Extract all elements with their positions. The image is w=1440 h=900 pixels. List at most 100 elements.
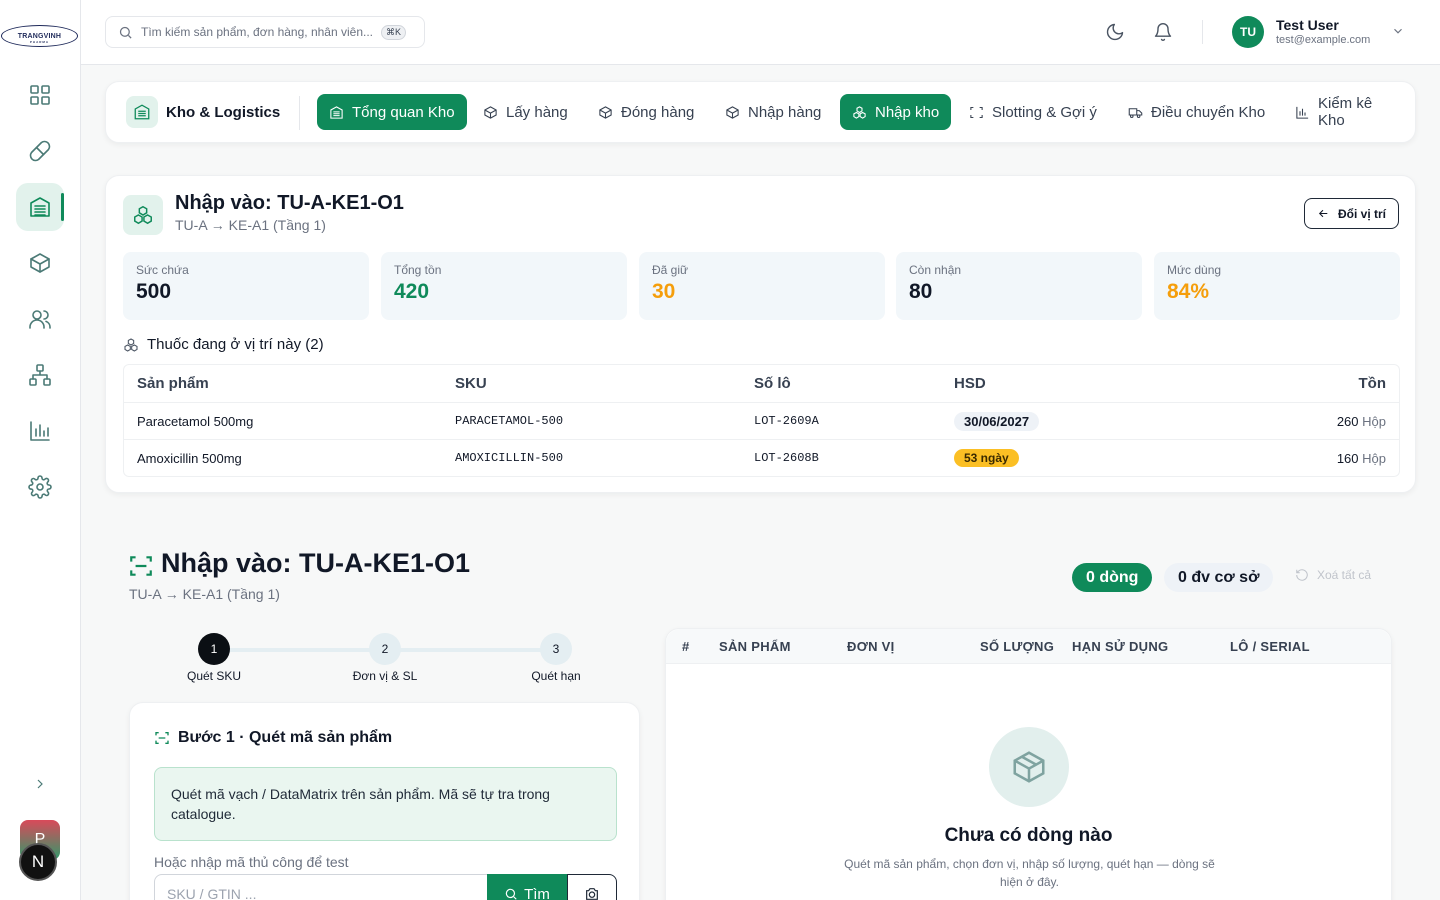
column-header-stock[interactable]: Tồn [1274,375,1399,392]
expiry-badge: 30/06/2027 [954,411,1040,431]
tab-label: Nhập kho [875,103,940,121]
table-row[interactable]: Amoxicillin 500mg AMOXICILLIN-500 LOT-26… [124,439,1399,476]
stat-label: Còn nhận [909,263,962,277]
warehouse-icon [330,105,343,119]
items-title-label: Thuốc đang ở vị trí này (2) [147,336,324,353]
box-icon [30,253,50,273]
tab-putaway[interactable]: Nhập kho [840,94,952,130]
cell-stock: 260 Hộp [1274,414,1399,429]
cell-lot: LOT-2609A [754,414,819,428]
step-2-indicator[interactable]: 2 [369,633,401,665]
logo-subtext: PHARMA [29,40,50,44]
tab-label: Đóng hàng [621,103,695,121]
sidebar-item-products[interactable] [16,127,64,175]
column-header-product[interactable]: Sản phẩm [124,375,455,392]
tab-warehouse-overview[interactable]: Tổng quan Kho [317,94,467,130]
tab-label: Kiểm kê Kho [1318,95,1373,129]
sidebar-item-reports[interactable] [16,407,64,455]
global-search[interactable]: ⌘K [105,16,425,48]
stat-label: Mức dùng [1167,263,1222,277]
tab-slotting[interactable]: Slotting & Gợi ý [957,94,1109,130]
find-button[interactable]: Tìm [487,874,567,900]
stat-reserved: Đã giữ 30 [639,252,885,320]
step-3-indicator[interactable]: 3 [540,633,572,665]
step-1-label: Quét SKU [186,669,242,683]
stat-value: 80 [909,280,933,303]
cell-sku: AMOXICILLIN-500 [455,451,564,465]
box-icon [484,105,497,119]
clear-all-button[interactable]: Xoá tất cả [1295,568,1371,582]
dashboard-icon [30,85,50,105]
boxes-icon [123,195,163,235]
sidebar-item-organization[interactable] [16,351,64,399]
scan-frame-icon [970,106,983,118]
sidebar-item-users[interactable] [16,295,64,343]
column-header-lot-serial: LÔ / SERIAL [1230,639,1310,654]
theme-toggle-button[interactable] [1103,20,1127,44]
scan-icon [128,553,154,579]
user-avatar[interactable]: TU [1232,16,1264,48]
user-menu-button[interactable] [1391,24,1407,40]
column-header-expiry: HẠN SỬ DỤNG [1072,639,1169,654]
tab-receiving[interactable]: Nhập hàng [713,94,833,130]
scan-instructions: Quét mã vạch / DataMatrix trên sản phẩm.… [154,767,617,841]
tab-transfer[interactable]: Điều chuyển Kho [1116,94,1277,130]
network-icon [29,364,51,386]
tab-label: Slotting & Gợi ý [992,103,1097,121]
column-header-product: SẢN PHẨM [719,639,791,654]
box-icon [599,105,612,119]
cell-lot: LOT-2608B [754,451,819,465]
lines-count-badge: 0 dòng [1072,563,1153,592]
stat-label: Sức chứa [136,263,189,277]
search-input[interactable] [141,25,381,39]
assistant-avatar[interactable]: N [19,843,57,881]
notifications-button[interactable] [1151,20,1175,44]
column-header-expiry[interactable]: HSD [954,375,1274,392]
empty-state-title: Chưa có dòng nào [944,825,1113,846]
user-email: test@example.com [1276,34,1371,46]
button-label: Đổi vị trí [1337,206,1386,221]
column-header-quantity: SỐ LƯỢNG [980,639,1055,654]
sku-input[interactable] [154,874,488,900]
step-title-label: Bước 1 · Quét mã sản phẩm [178,729,393,746]
column-header-lot[interactable]: Số lô [754,375,954,392]
sidebar-item-settings[interactable] [16,463,64,511]
users-icon [29,310,51,329]
tab-label: Nhập hàng [748,103,822,121]
cell-product: Paracetamol 500mg [137,413,254,429]
tab-packing[interactable]: Đóng hàng [586,94,706,130]
camera-scan-button[interactable] [567,874,617,900]
search-icon [119,26,132,39]
scan-icon [155,732,169,744]
shortcut-badge: ⌘K [381,24,407,40]
reset-icon [1296,569,1308,581]
empty-box-icon [989,727,1069,807]
stock-unit: Hộp [1362,450,1386,466]
items-section-title: Thuốc đang ở vị trí này (2) [123,336,324,353]
expand-sidebar-button[interactable] [28,772,52,796]
top-bar: ⌘K TU Test User test@example.com [81,0,1440,65]
column-header-index: # [682,639,690,654]
camera-icon [586,888,598,900]
sidebar-item-inventory[interactable] [16,239,64,287]
step-1-indicator[interactable]: 1 [198,633,230,665]
boxes-icon [124,337,138,352]
cell-expiry: 53 ngày [954,449,1274,467]
location-items-table: Sản phẩm SKU Số lô HSD Tồn Paracetamol 5… [123,364,1400,477]
table-row[interactable]: Paracetamol 500mg PARACETAMOL-500 LOT-26… [124,402,1399,439]
location-card: Nhập vào: TU-A-KE1-O1 TU-A → KE-A1 (Tầng… [105,175,1416,493]
stock-qty: 260 [1336,413,1359,429]
base-units-badge: 0 đv cơ sở [1164,563,1274,592]
brand-logo[interactable]: TRANGVINH PHARMA [1,25,78,47]
tab-label: Lấy hàng [506,103,568,121]
column-header-sku[interactable]: SKU [455,375,754,392]
tab-stocktake[interactable]: Kiểm kê Kho [1283,94,1415,130]
sidebar-item-warehouse[interactable] [16,183,64,231]
user-name[interactable]: Test User [1276,17,1339,33]
manual-entry-label: Hoặc nhập mã thủ công để test [154,854,349,870]
change-location-button[interactable]: Đổi vị trí [1303,198,1399,229]
tab-picking[interactable]: Lấy hàng [471,94,580,130]
step-title: Bước 1 · Quét mã sản phẩm [154,729,392,747]
module-tab-bar: Kho & Logistics Tổng quan Kho Lấy hàng Đ… [105,81,1416,143]
sidebar-item-dashboard[interactable] [16,71,64,119]
